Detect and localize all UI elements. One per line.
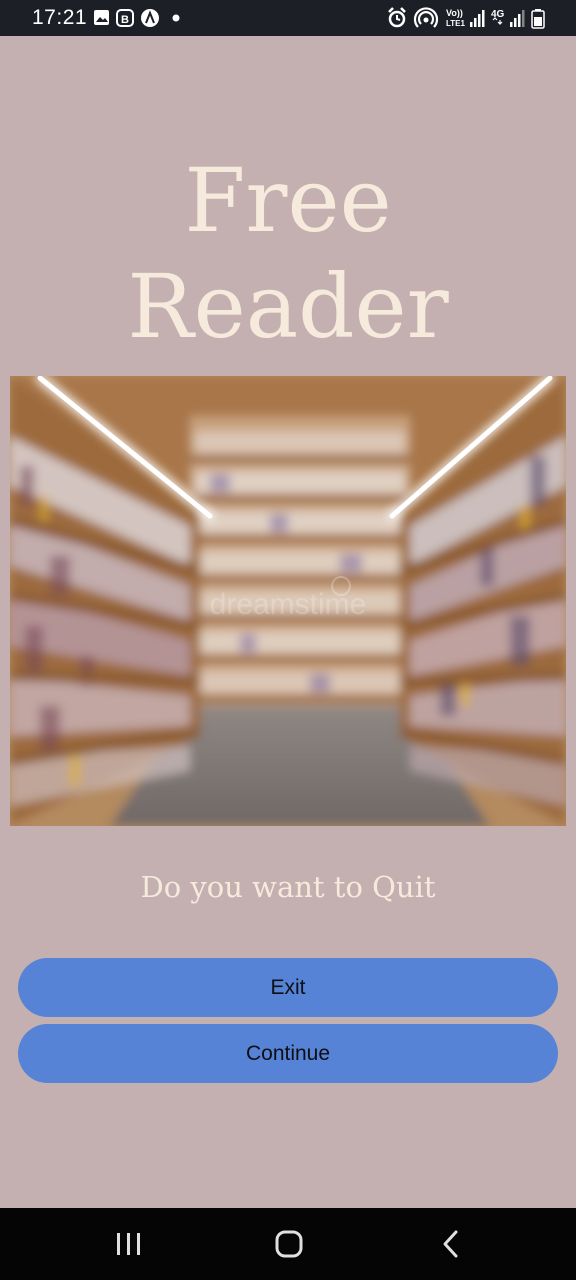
- b-badge-icon: B: [116, 9, 134, 27]
- image-icon: [94, 10, 109, 25]
- app-title-line-2: Reader: [127, 255, 449, 358]
- lambda-badge-icon: [141, 9, 159, 27]
- navigation-bar: [0, 1208, 576, 1280]
- signal-2-icon: [510, 10, 525, 27]
- exit-button[interactable]: Exit: [18, 958, 558, 1017]
- battery-icon: [531, 9, 545, 29]
- volte-icon: Vo)) LTE1: [446, 8, 466, 28]
- status-bar: 17:21 B Vo)) LTE1 4G: [0, 0, 576, 36]
- library-image: dreamstime: [10, 376, 566, 826]
- app-title: Free Reader: [0, 148, 576, 360]
- continue-button[interactable]: Continue: [18, 1024, 558, 1083]
- library-bookshelves-picture: dreamstime: [10, 376, 566, 826]
- svg-text:4G: 4G: [491, 9, 505, 20]
- recent-apps-icon[interactable]: [112, 1228, 146, 1260]
- hotspot-icon: [413, 7, 439, 28]
- status-system-icons: Vo)) LTE1 4G: [388, 7, 545, 29]
- signal-icon: [470, 10, 485, 27]
- status-time: 17:21: [32, 6, 88, 29]
- svg-text:B: B: [121, 14, 129, 26]
- svg-text:Vo)): Vo)): [446, 8, 463, 18]
- alarm-icon: [388, 7, 406, 28]
- image-watermark: dreamstime: [210, 588, 367, 621]
- status-notification-icons: B: [94, 9, 180, 27]
- app-title-line-1: Free: [184, 149, 392, 252]
- 4g-icon: 4G: [491, 9, 505, 25]
- home-icon[interactable]: [273, 1228, 305, 1260]
- svg-text:LTE1: LTE1: [446, 19, 466, 28]
- dot-icon: [172, 14, 180, 22]
- back-icon[interactable]: [436, 1228, 466, 1260]
- quit-prompt: Do you want to Quit: [140, 870, 436, 904]
